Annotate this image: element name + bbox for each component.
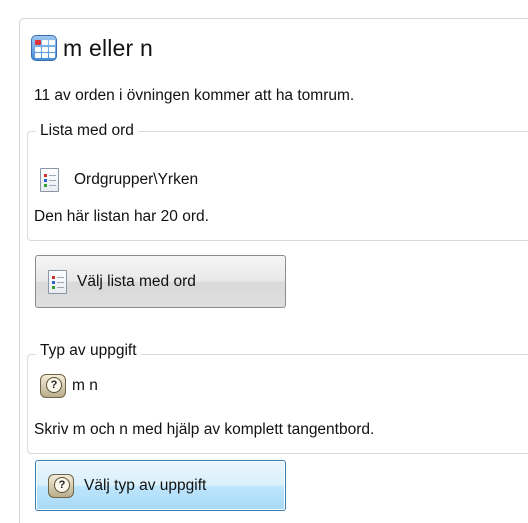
keyboard-key-icon: ?	[40, 374, 66, 398]
word-list-info: Den här listan har 20 ord.	[34, 208, 209, 225]
task-type-name: ? m n	[40, 374, 98, 398]
word-list-legend: Lista med ord	[36, 121, 138, 141]
task-type-info: Skriv m och n med hjälp av komplett tang…	[34, 421, 375, 438]
document-list-icon	[48, 269, 67, 294]
task-type-name-text: m n	[72, 377, 98, 394]
keyboard-key-icon: ?	[48, 473, 74, 498]
document-list-icon	[40, 168, 59, 192]
task-type-group	[27, 354, 528, 454]
choose-task-type-button[interactable]: ? Välj typ av uppgift	[35, 460, 286, 511]
panel-title: m eller n	[31, 28, 157, 68]
choose-task-type-label: Välj typ av uppgift	[84, 476, 207, 494]
word-list-name-text: Ordgrupper\Yrken	[74, 171, 199, 188]
choose-word-list-label: Välj lista med ord	[77, 272, 196, 290]
word-list-name: Ordgrupper\Yrken	[40, 168, 199, 192]
choose-word-list-button[interactable]: Välj lista med ord	[35, 255, 286, 308]
app-grid-icon	[31, 35, 57, 61]
task-type-legend: Typ av uppgift	[36, 341, 141, 361]
title-text: m eller n	[63, 34, 153, 61]
intro-text: 11 av orden i övningen kommer att ha tom…	[34, 87, 355, 104]
